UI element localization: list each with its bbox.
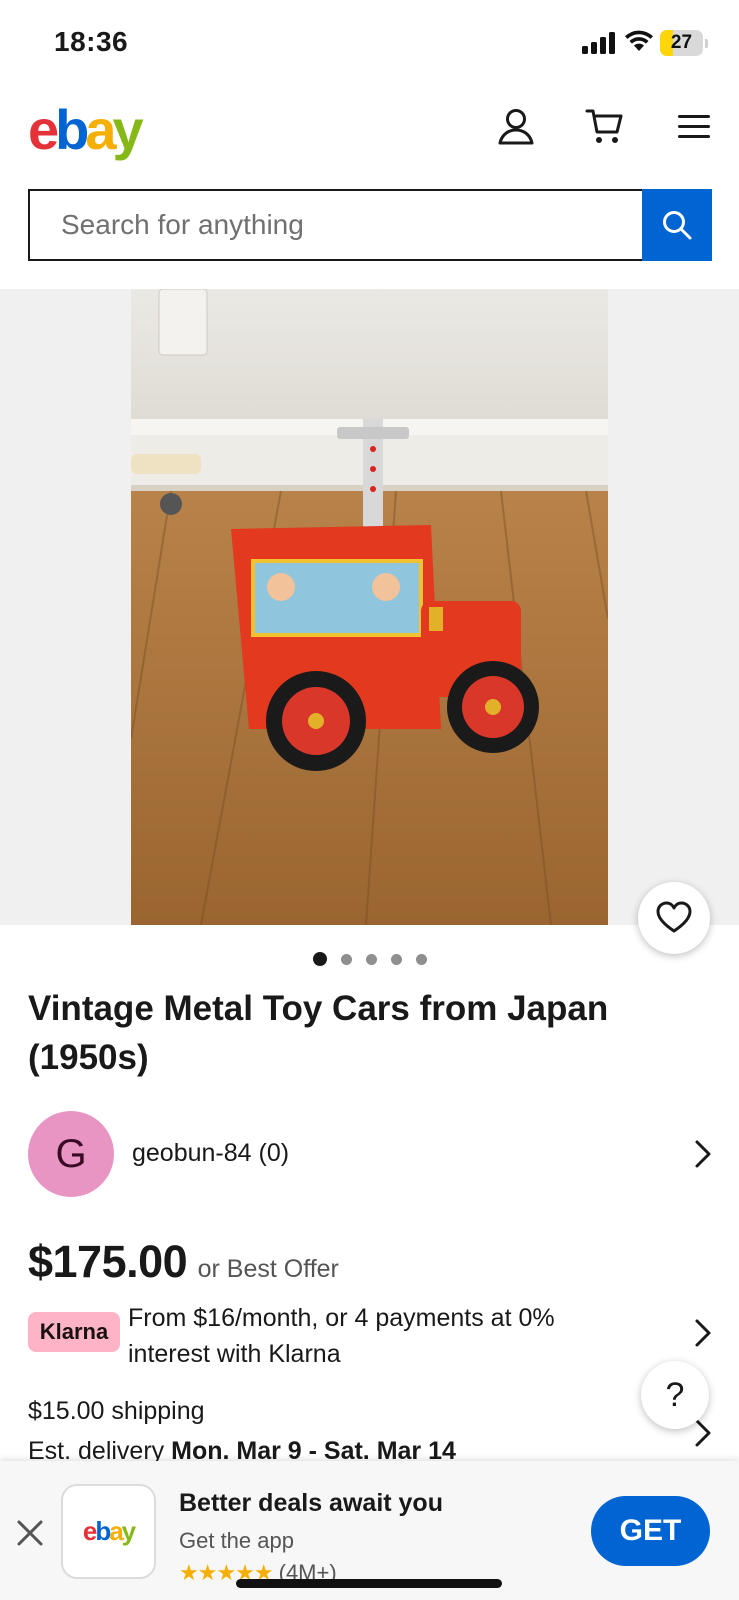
listing-title: Vintage Metal Toy Cars from Japan (1950s…	[28, 989, 609, 1077]
cart-icon[interactable]	[585, 106, 625, 146]
search-input[interactable]	[28, 189, 642, 261]
menu-icon[interactable]	[674, 106, 714, 146]
ebay-logo[interactable]: ebay	[28, 100, 144, 160]
heart-icon	[656, 901, 692, 933]
pagination-dot[interactable]	[313, 952, 327, 966]
search-button[interactable]	[642, 189, 712, 261]
status-bar: 18:36 27	[0, 0, 739, 90]
price-block: $175.00 or Best Offer	[28, 1236, 339, 1288]
image-gallery[interactable]	[0, 289, 739, 925]
seller-avatar: G	[28, 1111, 114, 1197]
shipping-cost: $15.00 shipping	[28, 1397, 205, 1425]
help-button[interactable]: ?	[641, 1361, 709, 1429]
wifi-icon	[625, 30, 653, 51]
help-label: ?	[665, 1375, 685, 1414]
watchlist-button[interactable]	[638, 882, 710, 954]
best-offer-label: or Best Offer	[197, 1255, 339, 1283]
chevron-right-icon[interactable]	[692, 1418, 714, 1448]
chevron-right-icon	[695, 1319, 711, 1347]
chevron-right-icon	[695, 1140, 711, 1168]
get-app-button[interactable]: GET	[591, 1496, 710, 1566]
account-icon[interactable]	[496, 106, 536, 146]
status-time: 18:36	[54, 26, 129, 57]
pagination-dot[interactable]	[341, 953, 352, 965]
listing-photo[interactable]	[131, 289, 608, 925]
cellular-signal-icon	[582, 32, 615, 54]
home-indicator	[236, 1579, 502, 1588]
klarna-badge: Klarna	[28, 1312, 120, 1352]
search-bar	[28, 189, 712, 261]
toy-car-photo	[131, 289, 608, 925]
klarna-text: From $16/month, or 4 payments at 0% inte…	[128, 1304, 555, 1368]
close-icon[interactable]	[16, 1519, 44, 1547]
price: $175.00	[28, 1236, 188, 1287]
battery-level: 27	[670, 32, 693, 53]
search-icon	[663, 211, 692, 240]
battery-icon: 27	[660, 30, 708, 56]
seller-name: geobun-84 (0)	[132, 1139, 290, 1167]
pagination-dot[interactable]	[391, 953, 402, 965]
gallery-pagination	[313, 952, 427, 966]
banner-headline: Better deals await you	[179, 1489, 443, 1517]
header: ebay	[0, 96, 739, 166]
pagination-dot[interactable]	[366, 953, 377, 965]
banner-subtitle: Get the app	[179, 1528, 294, 1553]
ebay-app-icon: ebay	[61, 1484, 156, 1579]
klarna-row[interactable]: Klarna From $16/month, or 4 payments at …	[28, 1300, 712, 1368]
pagination-dot[interactable]	[416, 953, 427, 965]
seller-row[interactable]: G geobun-84 (0)	[28, 1111, 712, 1197]
